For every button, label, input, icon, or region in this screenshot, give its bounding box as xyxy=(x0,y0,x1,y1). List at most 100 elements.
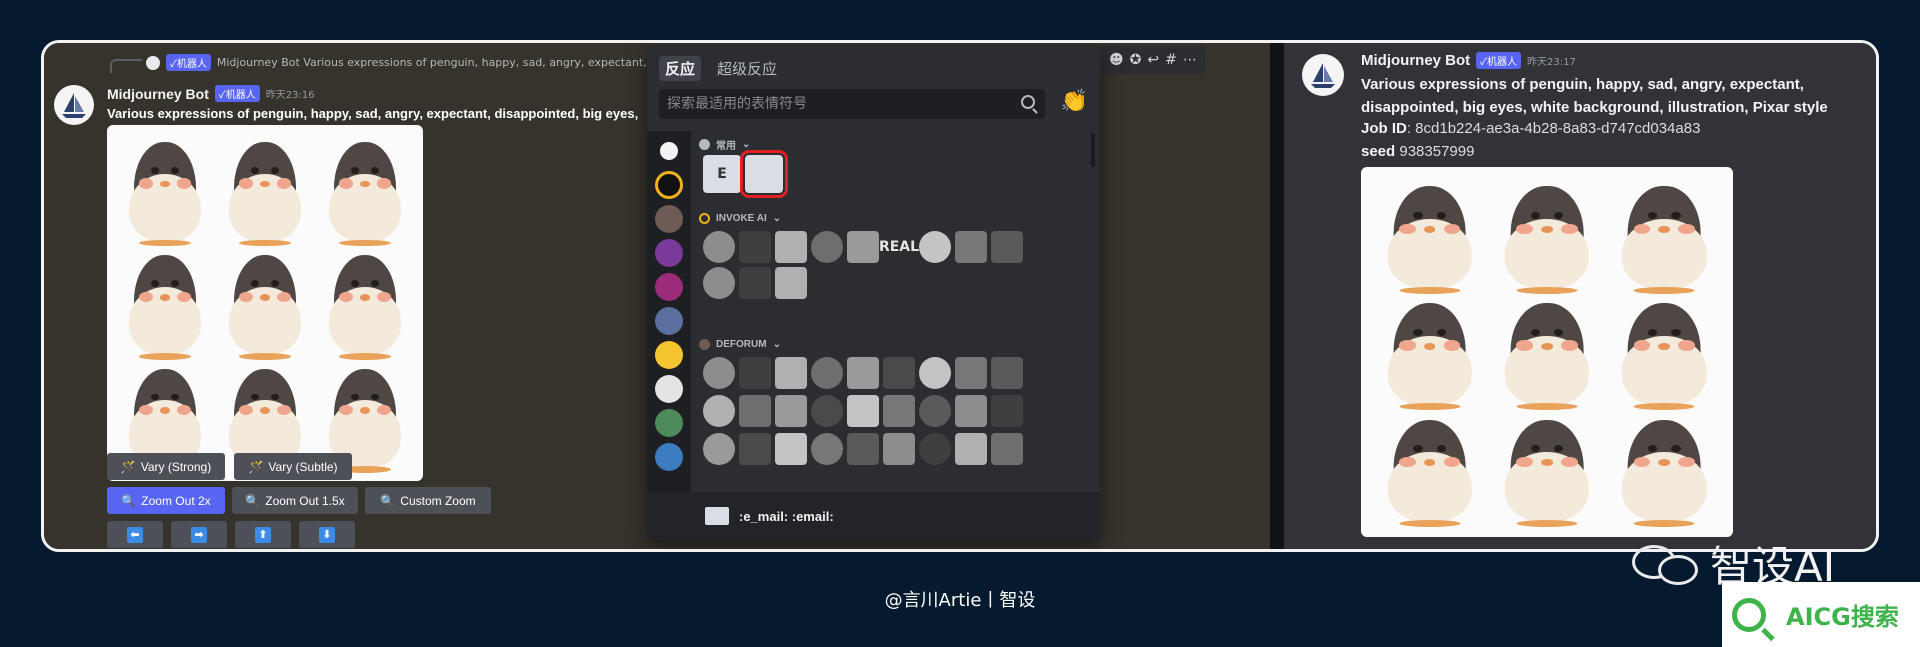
server-icon[interactable] xyxy=(655,409,683,437)
penguin-grid-image[interactable] xyxy=(1361,167,1733,537)
author-name[interactable]: Midjourney Bot xyxy=(107,86,209,102)
custom-emoji[interactable] xyxy=(955,231,987,263)
zoom-out-2x-button[interactable]: 🔍 Zoom Out 2x xyxy=(107,487,225,514)
custom-emoji[interactable] xyxy=(703,433,735,465)
custom-emoji[interactable] xyxy=(739,395,771,427)
invoke-ai-server-icon[interactable] xyxy=(655,171,683,199)
avatar[interactable] xyxy=(1302,54,1344,96)
email-emoji[interactable] xyxy=(740,150,788,198)
custom-emoji[interactable] xyxy=(847,395,879,427)
thread-icon[interactable]: # xyxy=(1165,52,1177,68)
custom-emoji[interactable] xyxy=(847,357,879,389)
reply-text: Midjourney Bot Various expressions of pe… xyxy=(216,56,694,69)
custom-emoji[interactable] xyxy=(775,231,807,263)
custom-emoji[interactable] xyxy=(991,357,1023,389)
custom-emoji[interactable] xyxy=(991,433,1023,465)
penguin-grid-image[interactable] xyxy=(107,125,423,481)
custom-emoji[interactable] xyxy=(919,231,951,263)
custom-emoji[interactable] xyxy=(847,433,879,465)
search-icon xyxy=(1021,95,1035,109)
job-id-label: Job ID xyxy=(1361,120,1407,137)
sailboat-icon xyxy=(1311,63,1335,88)
vary-subtle-button[interactable]: 🪄 Vary (Subtle) xyxy=(234,453,352,480)
clock-icon[interactable] xyxy=(655,137,683,165)
penguin-illustration xyxy=(315,246,415,360)
penguin-illustration xyxy=(215,246,315,360)
server-icon[interactable] xyxy=(655,307,683,335)
e-mail-emoji[interactable]: E xyxy=(703,155,741,193)
scrollbar[interactable] xyxy=(1091,133,1095,167)
custom-emoji[interactable] xyxy=(739,267,771,299)
custom-emoji[interactable] xyxy=(919,357,951,389)
picker-tabs: 反应 超级反应 xyxy=(659,56,783,81)
left-chat-pane: ✓机器人 Midjourney Bot Various expressions … xyxy=(44,43,1274,549)
custom-emoji[interactable] xyxy=(955,395,987,427)
server-icon[interactable] xyxy=(655,443,683,471)
custom-emoji[interactable] xyxy=(991,231,1023,263)
custom-emoji[interactable] xyxy=(775,395,807,427)
super-reaction-icon[interactable]: ✪ xyxy=(1130,52,1142,68)
tab-reactions[interactable]: 反应 xyxy=(659,56,702,81)
reply-connector xyxy=(110,59,142,73)
custom-emoji[interactable] xyxy=(811,433,843,465)
custom-emoji[interactable] xyxy=(883,433,915,465)
custom-emoji[interactable] xyxy=(811,231,843,263)
custom-emoji[interactable] xyxy=(883,357,915,389)
section-deforum[interactable]: DEFORUM ⌄ xyxy=(699,339,781,350)
custom-emoji[interactable] xyxy=(703,357,735,389)
custom-emoji[interactable] xyxy=(739,357,771,389)
custom-emoji[interactable] xyxy=(775,357,807,389)
add-reaction-icon[interactable]: ☻ xyxy=(1109,52,1124,68)
midjourney-server-icon[interactable] xyxy=(655,375,683,403)
custom-emoji[interactable] xyxy=(703,231,735,263)
pan-up-button[interactable]: ⬆ xyxy=(235,521,291,548)
vary-strong-button[interactable]: 🪄 Vary (Strong) xyxy=(107,453,225,480)
section-frequent-label: 常用 xyxy=(716,141,736,152)
custom-emoji[interactable] xyxy=(883,395,915,427)
custom-emoji[interactable]: REAL xyxy=(879,231,919,263)
custom-emoji[interactable] xyxy=(955,433,987,465)
penguin-illustration xyxy=(1606,294,1723,411)
penguin-illustration xyxy=(1606,177,1723,294)
author-name[interactable]: Midjourney Bot xyxy=(1361,52,1470,69)
section-frequent[interactable]: 常用 ⌄ xyxy=(699,137,750,152)
prompt-text: Various expressions of penguin, happy, s… xyxy=(107,106,639,121)
bot-badge: ✓机器人 xyxy=(214,85,260,102)
invoke-ai-icon xyxy=(699,213,710,224)
smiley-server-icon[interactable] xyxy=(655,341,683,369)
custom-emoji[interactable] xyxy=(775,433,807,465)
custom-emoji[interactable] xyxy=(811,395,843,427)
reply-icon[interactable]: ↩ xyxy=(1147,52,1159,68)
custom-emoji[interactable] xyxy=(919,433,951,465)
section-invoke-ai[interactable]: INVOKE AI ⌄ xyxy=(699,213,781,224)
seed-value: 938357999 xyxy=(1395,143,1475,160)
emoji-search-input[interactable] xyxy=(659,89,1045,119)
avatar[interactable] xyxy=(54,85,94,125)
server-icon[interactable] xyxy=(655,205,683,233)
custom-emoji[interactable] xyxy=(847,231,879,263)
custom-emoji[interactable] xyxy=(955,357,987,389)
custom-emoji[interactable] xyxy=(919,395,951,427)
more-icon[interactable]: ⋯ xyxy=(1183,52,1197,68)
custom-emoji[interactable] xyxy=(811,357,843,389)
custom-emoji[interactable] xyxy=(991,395,1023,427)
server-icon[interactable] xyxy=(655,273,683,301)
custom-zoom-button[interactable]: 🔍 Custom Zoom xyxy=(365,487,491,514)
server-icon[interactable] xyxy=(655,239,683,267)
pan-right-button[interactable]: ➡ xyxy=(171,521,227,548)
custom-emoji[interactable] xyxy=(775,267,807,299)
reply-preview[interactable]: ✓机器人 Midjourney Bot Various expressions … xyxy=(146,54,693,71)
custom-emoji[interactable] xyxy=(703,395,735,427)
zoom-out-1-5x-button[interactable]: 🔍 Zoom Out 1.5x xyxy=(232,487,358,514)
deforum-icon xyxy=(699,339,710,350)
author-row: Midjourney Bot ✓机器人 昨天23:17 xyxy=(1361,52,1576,69)
chevron-down-icon: ⌄ xyxy=(772,339,781,350)
custom-emoji[interactable] xyxy=(739,433,771,465)
clap-emoji-icon[interactable]: 👏 xyxy=(1061,89,1088,114)
pan-down-button[interactable]: ⬇ xyxy=(299,521,355,548)
right-chat-pane: Midjourney Bot ✓机器人 昨天23:17 Various expr… xyxy=(1284,43,1876,549)
custom-emoji[interactable] xyxy=(739,231,771,263)
tab-super-reactions[interactable]: 超级反应 xyxy=(711,56,783,81)
pan-left-button[interactable]: ⬅ xyxy=(107,521,163,548)
custom-emoji[interactable] xyxy=(703,267,735,299)
